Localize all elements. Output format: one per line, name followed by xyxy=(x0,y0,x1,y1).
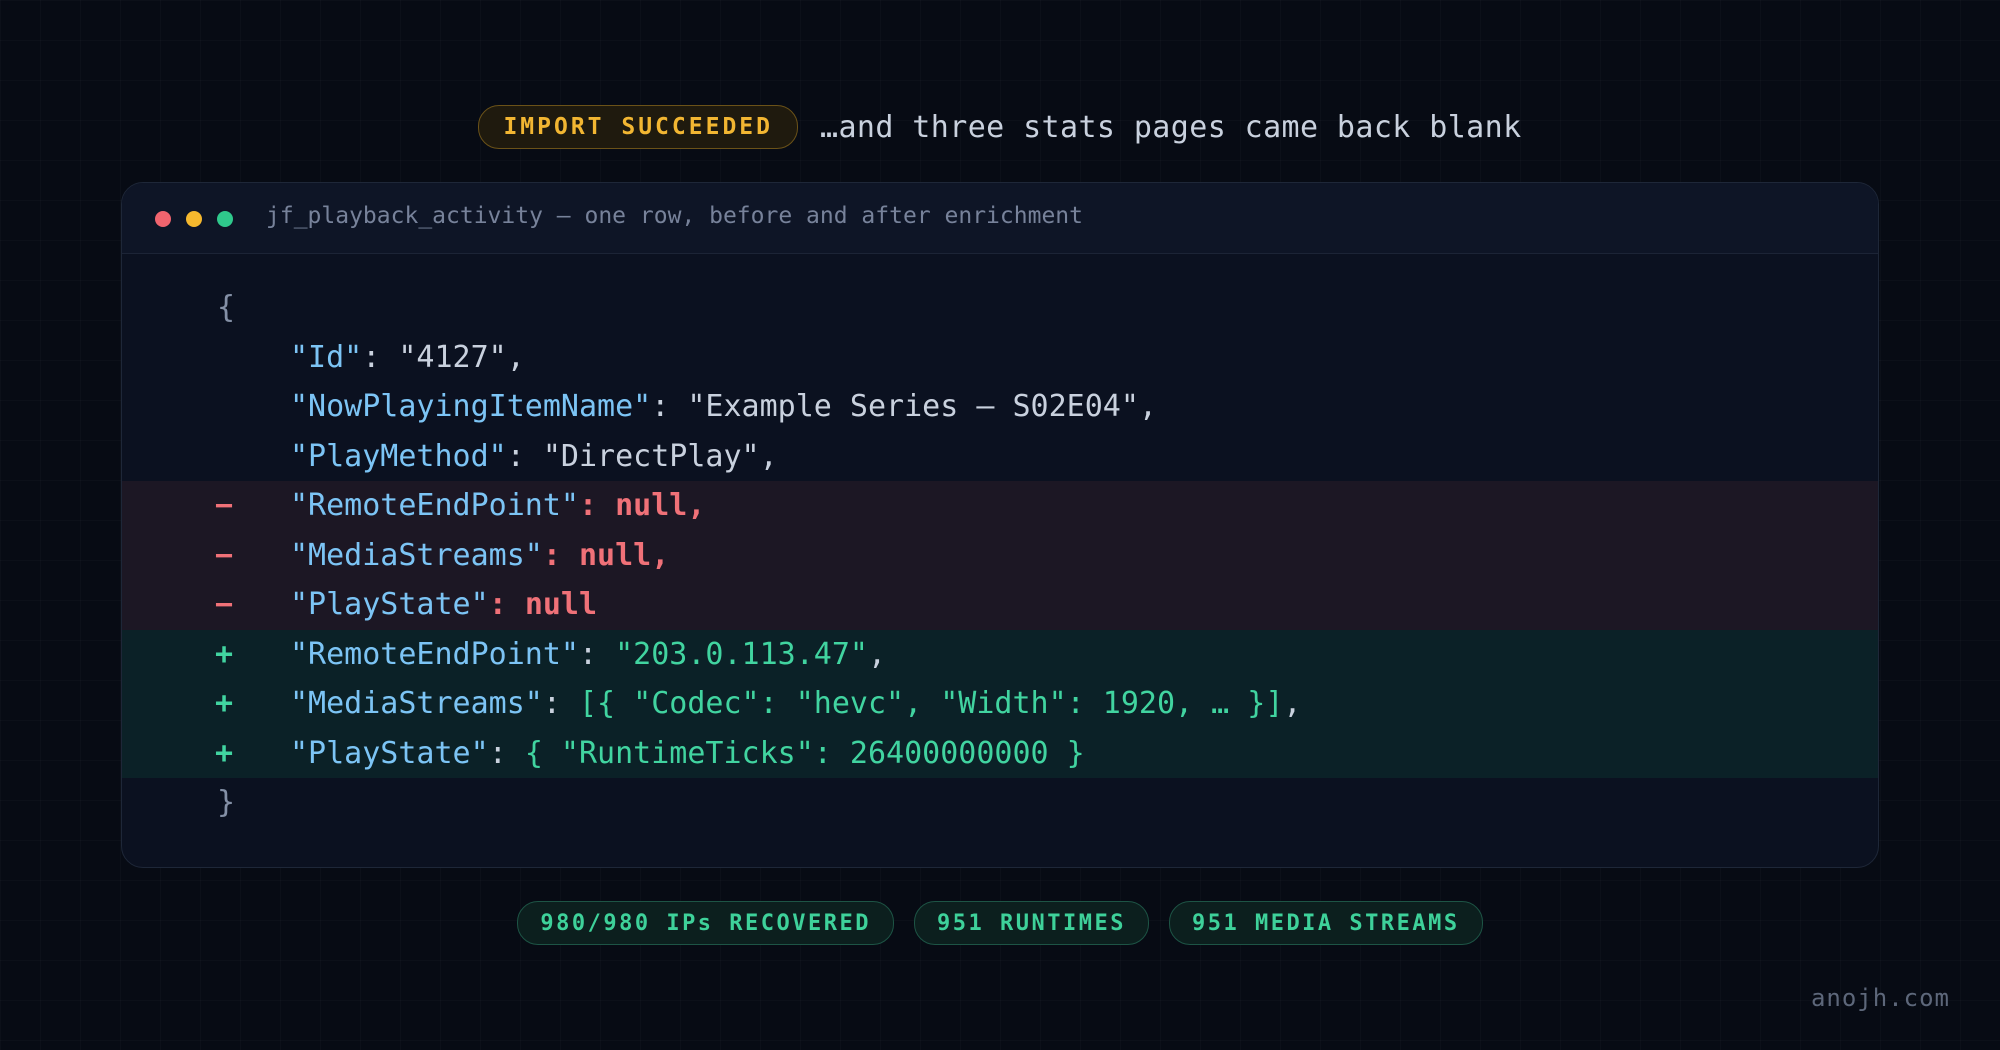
headline: IMPORT SUCCEEDED …and three stats pages … xyxy=(0,104,2000,150)
json-value: null xyxy=(615,488,688,523)
code-line-open-brace: { xyxy=(122,283,1878,333)
added-line-remoteendpoint: + "RemoteEndPoint": "203.0.113.47", xyxy=(122,629,1878,679)
json-key: "PlayState" xyxy=(290,735,489,771)
json-key: "RemoteEndPoint" xyxy=(290,488,579,523)
json-value: [{ "Codec": "hevc", "Width": 1920, … }] xyxy=(579,686,1284,721)
added-line-mediastreams: + "MediaStreams": [{ "Codec": "hevc", "W… xyxy=(122,679,1878,729)
json-key: "MediaStreams" xyxy=(290,686,543,721)
json-key: "RemoteEndPoint" xyxy=(290,636,579,672)
window-title: jf_playback_activity — one row, before a… xyxy=(266,203,1083,229)
json-value: "DirectPlay" xyxy=(542,438,760,474)
stat-badge-ips: 980/980 IPs RECOVERED xyxy=(517,901,895,945)
json-value: null xyxy=(579,537,652,573)
minimize-dot-icon xyxy=(186,211,202,227)
maximize-dot-icon xyxy=(217,211,233,227)
plus-icon: + xyxy=(215,686,234,721)
code-line-playmethod: "PlayMethod": "DirectPlay", xyxy=(290,438,778,474)
code-window: jf_playback_activity — one row, before a… xyxy=(121,182,1879,868)
json-value: null xyxy=(524,587,598,622)
removed-line-remoteendpoint: − "RemoteEndPoint": null, xyxy=(122,481,1878,531)
json-value: "4127" xyxy=(398,339,507,375)
removed-line-mediastreams: − "MediaStreams": null, xyxy=(122,530,1878,580)
json-key: "PlayState" xyxy=(290,587,489,622)
close-brace: } xyxy=(217,785,236,820)
json-value: { "RuntimeTicks": 26400000000 } xyxy=(524,735,1085,771)
close-dot-icon xyxy=(155,211,171,227)
minus-icon: − xyxy=(215,587,234,622)
added-line-playstate: + "PlayState": { "RuntimeTicks": 2640000… xyxy=(122,728,1878,778)
site-watermark: anojh.com xyxy=(1810,984,1950,1012)
code-line-nowplaying: "NowPlayingItemName": "Example Series — … xyxy=(290,389,1157,424)
json-diff: { "Id": "4127", "NowPlayingItemName": "E… xyxy=(122,283,1878,828)
json-value: "Example Series — S02E04" xyxy=(687,389,1139,424)
open-brace: { xyxy=(217,290,236,325)
plus-icon: + xyxy=(215,636,234,672)
headline-text: …and three stats pages came back blank xyxy=(820,109,1522,145)
minus-icon: − xyxy=(215,488,234,523)
removed-line-playstate: − "PlayState": null xyxy=(122,580,1878,630)
json-key: "MediaStreams" xyxy=(290,537,543,573)
stats-row: 980/980 IPs RECOVERED 951 RUNTIMES 951 M… xyxy=(0,901,2000,945)
stat-badge-media-streams: 951 MEDIA STREAMS xyxy=(1168,901,1483,945)
minus-icon: − xyxy=(215,537,234,573)
import-status-badge: IMPORT SUCCEEDED xyxy=(478,105,798,149)
code-line-close-brace: } xyxy=(122,778,1878,828)
code-line-id: "Id": "4127", xyxy=(290,339,525,375)
stat-badge-runtimes: 951 RUNTIMES xyxy=(914,901,1149,945)
plus-icon: + xyxy=(215,735,234,771)
json-value: "203.0.113.47" xyxy=(615,636,868,672)
json-key: "Id" xyxy=(290,339,363,375)
window-titlebar: jf_playback_activity — one row, before a… xyxy=(122,183,1878,254)
json-key: "NowPlayingItemName" xyxy=(290,389,652,424)
json-key: "PlayMethod" xyxy=(290,438,507,474)
